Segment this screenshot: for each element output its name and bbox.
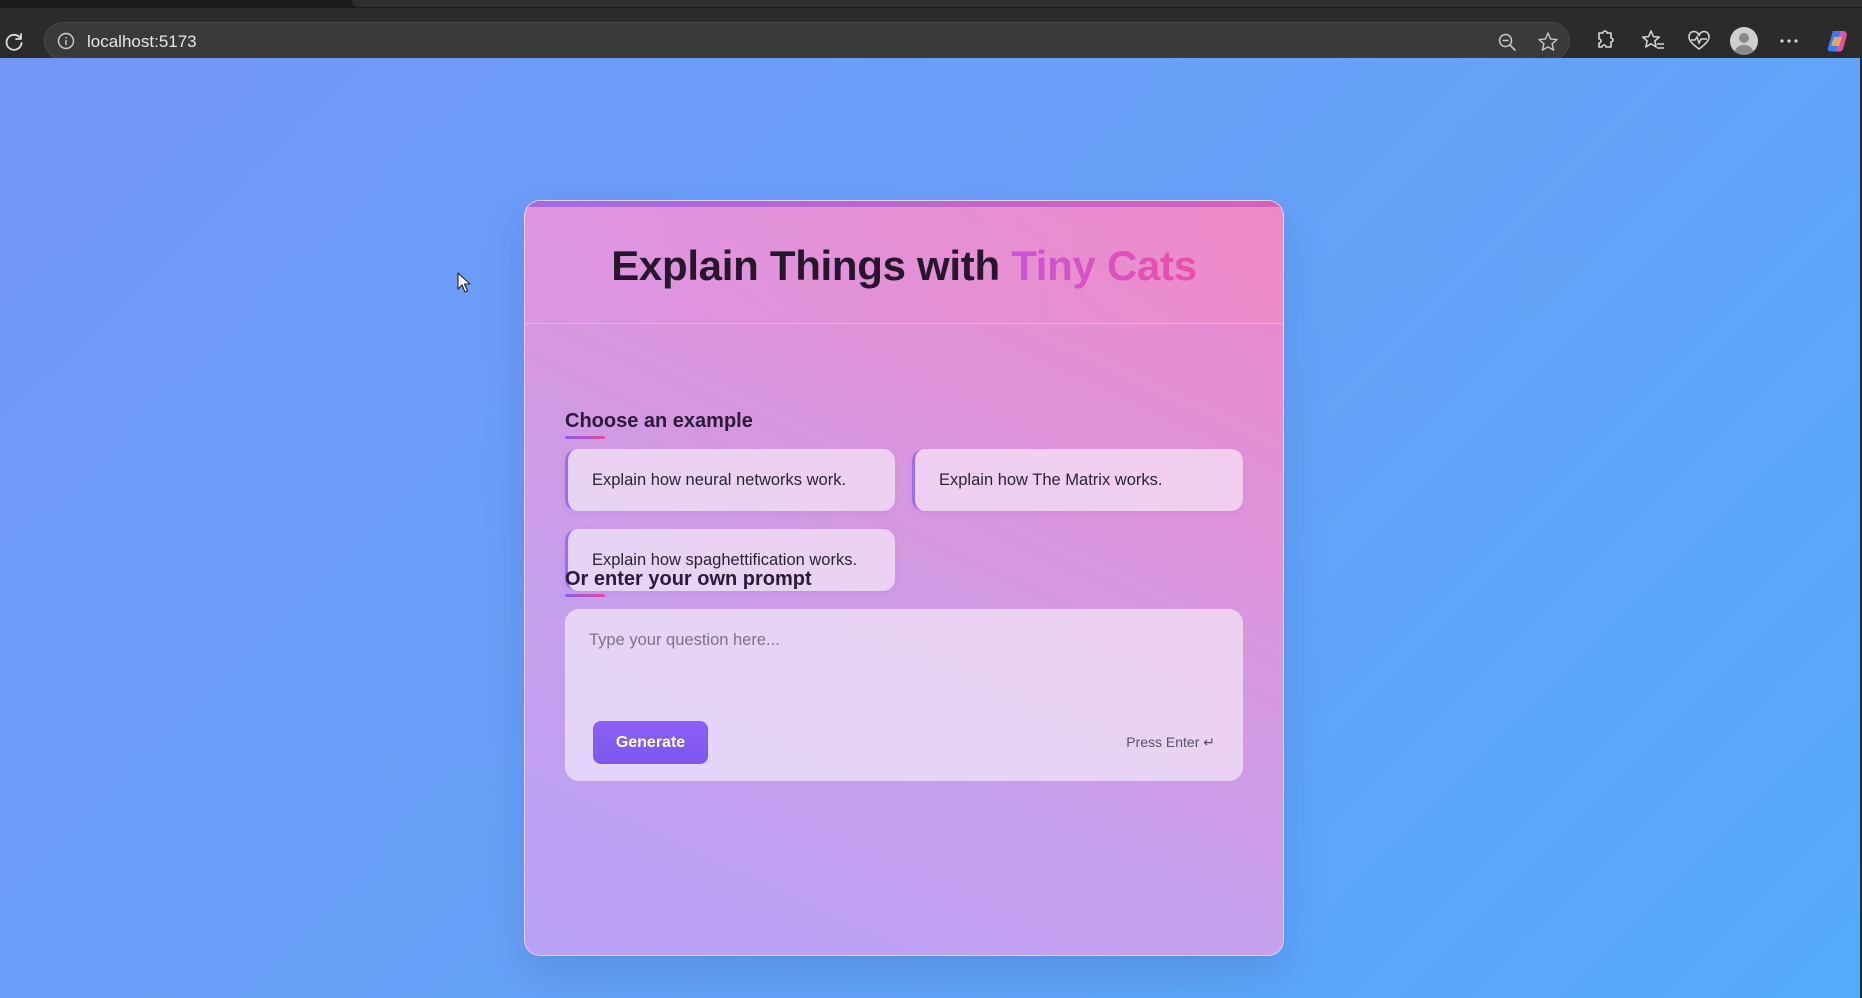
- profile-avatar[interactable]: [1730, 27, 1758, 55]
- url-text[interactable]: localhost:5173: [87, 32, 197, 52]
- prompt-box: Generate Press Enter ↵: [565, 609, 1243, 781]
- tab-strip-background: [352, 0, 1862, 7]
- prompt-input[interactable]: [589, 631, 1209, 691]
- page-viewport: Explain Things with Tiny Cats Choose an …: [0, 58, 1860, 998]
- reload-icon[interactable]: [2, 30, 26, 54]
- extensions-icon[interactable]: [1590, 28, 1616, 54]
- health-heart-icon[interactable]: [1686, 28, 1712, 54]
- generate-button[interactable]: Generate: [593, 721, 708, 764]
- profile-icon: [1735, 33, 1753, 55]
- favorites-icon[interactable]: [1640, 28, 1666, 54]
- card-header: Explain Things with Tiny Cats: [525, 207, 1283, 324]
- zoom-out-icon[interactable]: [1497, 32, 1517, 52]
- browser-toolbar: localhost:5173: [0, 8, 1862, 60]
- main-card: Explain Things with Tiny Cats Choose an …: [524, 200, 1284, 956]
- page-title: Explain Things with Tiny Cats: [525, 241, 1283, 291]
- copilot-icon[interactable]: [1824, 28, 1850, 54]
- examples-label-underline: [565, 436, 605, 439]
- example-neural-networks[interactable]: Explain how neural networks work.: [565, 449, 895, 511]
- press-enter-hint: Press Enter ↵: [1126, 734, 1215, 750]
- mouse-cursor-icon: [457, 272, 471, 293]
- prompt-label: Or enter your own prompt: [565, 568, 812, 590]
- more-options-icon[interactable]: [1776, 28, 1802, 54]
- example-the-matrix[interactable]: Explain how The Matrix works.: [912, 449, 1243, 511]
- favorite-star-icon[interactable]: [1537, 31, 1559, 53]
- tab-strip: [0, 0, 1862, 8]
- page-title-main: Explain Things with: [611, 242, 1012, 289]
- address-bar[interactable]: localhost:5173: [44, 22, 1570, 60]
- prompt-label-underline: [565, 594, 605, 597]
- site-info-icon[interactable]: [57, 32, 75, 50]
- examples-label: Choose an example: [565, 410, 753, 432]
- page-title-accent: Tiny Cats: [1011, 242, 1197, 289]
